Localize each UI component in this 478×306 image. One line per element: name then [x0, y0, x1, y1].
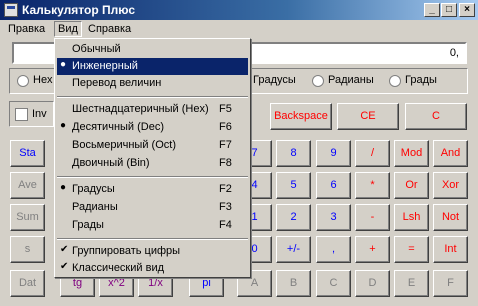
inv-checkbox[interactable] [15, 108, 28, 121]
menu-item-bin[interactable]: Двоичный (Bin) F8 [57, 155, 248, 172]
decimal-button[interactable]: , [316, 236, 351, 263]
backspace-button[interactable]: Backspace [270, 103, 332, 130]
menu-separator [57, 238, 248, 240]
menu-view[interactable]: Вид [54, 21, 82, 37]
lsh-button[interactable]: Lsh [394, 204, 429, 231]
minus-button[interactable]: - [355, 204, 390, 231]
ave-button[interactable]: Ave [10, 172, 45, 199]
divide-button[interactable]: / [355, 140, 390, 167]
menu-item-standard[interactable]: Обычный [57, 41, 248, 58]
inv-label: Inv [32, 108, 47, 120]
menu-item-scientific[interactable]: ● Инженерный [57, 58, 248, 75]
mod-button[interactable]: Mod [394, 140, 429, 167]
calculator-app-icon[interactable] [4, 3, 18, 17]
menu-item-grads[interactable]: Грады F4 [57, 217, 248, 234]
sta-button[interactable]: Sta [10, 140, 45, 167]
menu-bar: Правка Вид Справка [0, 20, 478, 39]
minimize-button[interactable]: _ [424, 3, 440, 17]
angle-group: Градусы Радианы Грады [250, 68, 468, 94]
menu-edit[interactable]: Правка [8, 23, 45, 35]
digit-9-button[interactable]: 9 [316, 140, 351, 167]
hex-c-button[interactable]: C [316, 270, 351, 297]
sum-button[interactable]: Sum [10, 204, 45, 231]
menu-item-oct[interactable]: Восьмеричный (Oct) F7 [57, 137, 248, 154]
plus-button[interactable]: + [355, 236, 390, 263]
ce-button[interactable]: CE [337, 103, 399, 130]
digit-3-button[interactable]: 3 [316, 204, 351, 231]
s-button[interactable]: s [10, 236, 45, 263]
hex-e-button[interactable]: E [394, 270, 429, 297]
calculator-window: Калькулятор Плюс _ □ × Правка Вид Справк… [0, 0, 478, 306]
inv-box: Inv [9, 101, 54, 127]
hex-b-button[interactable]: B [276, 270, 311, 297]
radio-grads-label: Грады [405, 74, 437, 86]
view-menu-dropdown: Обычный ● Инженерный Перевод величин Шес… [54, 38, 251, 278]
equals-button[interactable]: = [394, 236, 429, 263]
display-value: 0, [449, 47, 459, 59]
or-button[interactable]: Or [394, 172, 429, 199]
radio-bullet-icon: ● [60, 120, 67, 131]
maximize-button[interactable]: □ [441, 3, 457, 17]
menu-separator [57, 176, 248, 178]
menu-item-hex[interactable]: Шестнадцатеричный (Hex) F5 [57, 101, 248, 118]
sign-toggle-button[interactable]: +/- [276, 236, 311, 263]
digit-5-button[interactable]: 5 [276, 172, 311, 199]
menu-item-radians[interactable]: Радианы F3 [57, 199, 248, 216]
checkmark-icon: ✔ [60, 244, 69, 255]
radio-degrees-label: Градусы [253, 74, 296, 86]
radio-bullet-icon: ● [60, 59, 67, 70]
xor-button[interactable]: Xor [433, 172, 468, 199]
radio-grads[interactable] [389, 75, 401, 87]
menu-item-classic-view[interactable]: ✔ Классический вид [57, 260, 248, 277]
menu-item-unit-conversion[interactable]: Перевод величин [57, 75, 248, 92]
multiply-button[interactable]: * [355, 172, 390, 199]
close-button[interactable]: × [459, 3, 475, 17]
not-button[interactable]: Not [433, 204, 468, 231]
title-bar[interactable]: Калькулятор Плюс _ □ × [0, 0, 478, 20]
menu-item-degrees[interactable]: ● Градусы F2 [57, 181, 248, 198]
menu-separator [57, 96, 248, 98]
radio-hex[interactable] [17, 75, 29, 87]
radio-bullet-icon: ● [60, 182, 67, 193]
digit-2-button[interactable]: 2 [276, 204, 311, 231]
and-button[interactable]: And [433, 140, 468, 167]
int-button[interactable]: Int [433, 236, 468, 263]
digit-8-button[interactable]: 8 [276, 140, 311, 167]
checkmark-icon: ✔ [60, 261, 69, 272]
digit-6-button[interactable]: 6 [316, 172, 351, 199]
dat-button[interactable]: Dat [10, 270, 45, 297]
menu-item-dec[interactable]: ● Десятичный (Dec) F6 [57, 119, 248, 136]
menu-item-digit-grouping[interactable]: ✔ Группировать цифры [57, 243, 248, 260]
clear-button[interactable]: C [405, 103, 467, 130]
menu-help[interactable]: Справка [88, 23, 131, 35]
radio-radians[interactable] [312, 75, 324, 87]
radio-radians-label: Радианы [328, 74, 374, 86]
hex-d-button[interactable]: D [355, 270, 390, 297]
radio-hex-label: Hex [33, 74, 53, 86]
window-title: Калькулятор Плюс [22, 3, 136, 17]
hex-f-button[interactable]: F [433, 270, 468, 297]
